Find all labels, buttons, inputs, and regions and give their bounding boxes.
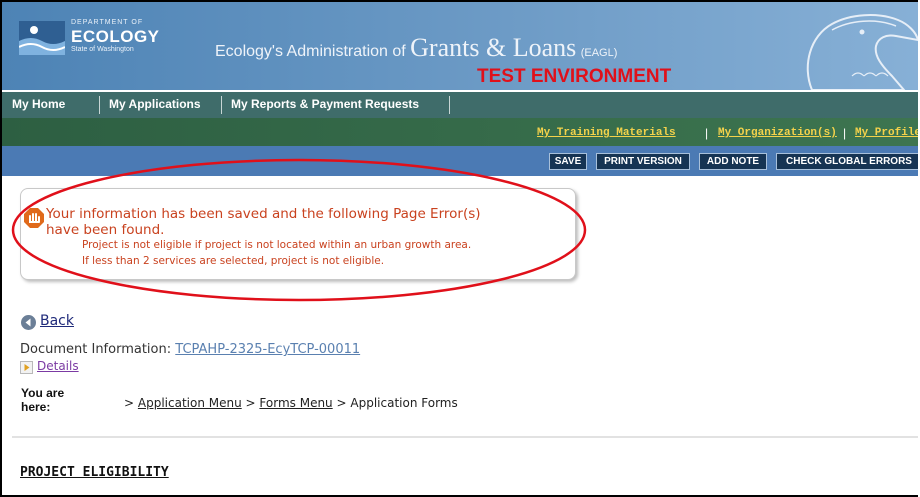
logo-department-text: DEPARTMENT OF [71, 19, 144, 26]
page-frame: DEPARTMENT OF ECOLOGY State of Washingto… [0, 0, 918, 497]
eagle-icon [806, 14, 918, 90]
subnav-separator: | [705, 126, 709, 140]
error-message: Your information has been saved and the … [46, 206, 566, 238]
subnav-separator: | [843, 126, 847, 140]
action-bar: SAVE PRINT VERSION ADD NOTE CHECK GLOBAL… [2, 146, 918, 176]
back-arrow-icon[interactable] [21, 315, 36, 330]
breadcrumb: > Application Menu > Forms Menu > Applic… [124, 396, 458, 410]
app-title-prefix: Ecology's Administration of [215, 43, 406, 60]
details-link[interactable]: Details [37, 359, 79, 373]
breadcrumb-forms-menu[interactable]: Forms Menu [259, 396, 332, 410]
nav-divider [221, 96, 222, 114]
secondary-nav: My Training Materials | My Organization(… [2, 118, 918, 146]
app-title-main: Grants & Loans [410, 33, 577, 62]
document-information: Document Information: TCPAHP-2325-EcyTCP… [20, 342, 360, 357]
logo-state-text: State of Washington [71, 46, 134, 53]
error-detail: If less than 2 services are selected, pr… [82, 255, 385, 267]
add-note-button[interactable]: ADD NOTE [699, 153, 767, 170]
nav-divider [99, 96, 100, 114]
expand-arrow-icon[interactable] [20, 361, 33, 374]
nav-my-applications[interactable]: My Applications [109, 97, 201, 111]
nav-my-home[interactable]: My Home [12, 97, 65, 111]
link-training-materials[interactable]: My Training Materials [537, 127, 676, 139]
error-detail: Project is not eligible if project is no… [82, 239, 472, 251]
error-message-line1: Your information has been saved and the … [46, 206, 481, 222]
you-are-here-label: You are here: [21, 386, 65, 414]
stop-hand-icon [24, 208, 44, 228]
link-my-organizations[interactable]: My Organization(s) [718, 127, 837, 139]
main-nav: My Home My Applications My Reports & Pay… [2, 92, 918, 118]
breadcrumb-current: Application Forms [350, 396, 458, 410]
ecology-logo-icon [19, 21, 65, 55]
header-banner: DEPARTMENT OF ECOLOGY State of Washingto… [2, 2, 918, 90]
error-message-line2: have been found. [46, 222, 165, 238]
nav-divider [449, 96, 450, 114]
breadcrumb-separator: > [245, 396, 256, 410]
nav-my-reports[interactable]: My Reports & Payment Requests [231, 97, 419, 111]
breadcrumb-application-menu[interactable]: Application Menu [138, 396, 242, 410]
check-global-errors-button[interactable]: CHECK GLOBAL ERRORS [776, 153, 918, 170]
document-id-link[interactable]: TCPAHP-2325-EcyTCP-00011 [175, 342, 360, 357]
app-title: Ecology's Administration of Grants & Loa… [215, 33, 617, 63]
breadcrumb-separator: > [336, 396, 347, 410]
section-title: PROJECT ELIGIBILITY [20, 465, 169, 480]
ecology-logo[interactable]: DEPARTMENT OF ECOLOGY State of Washingto… [19, 19, 160, 57]
logo-name-text: ECOLOGY [71, 27, 160, 46]
breadcrumb-separator: > [124, 396, 135, 410]
divider [12, 436, 918, 438]
environment-label: TEST ENVIRONMENT [477, 66, 672, 87]
link-my-profile[interactable]: My Profile [855, 127, 918, 139]
app-title-abbr: (EAGL) [580, 47, 618, 59]
document-info-label: Document Information: [20, 342, 172, 357]
save-button[interactable]: SAVE [549, 153, 587, 170]
print-version-button[interactable]: PRINT VERSION [596, 153, 690, 170]
back-link[interactable]: Back [40, 313, 74, 329]
